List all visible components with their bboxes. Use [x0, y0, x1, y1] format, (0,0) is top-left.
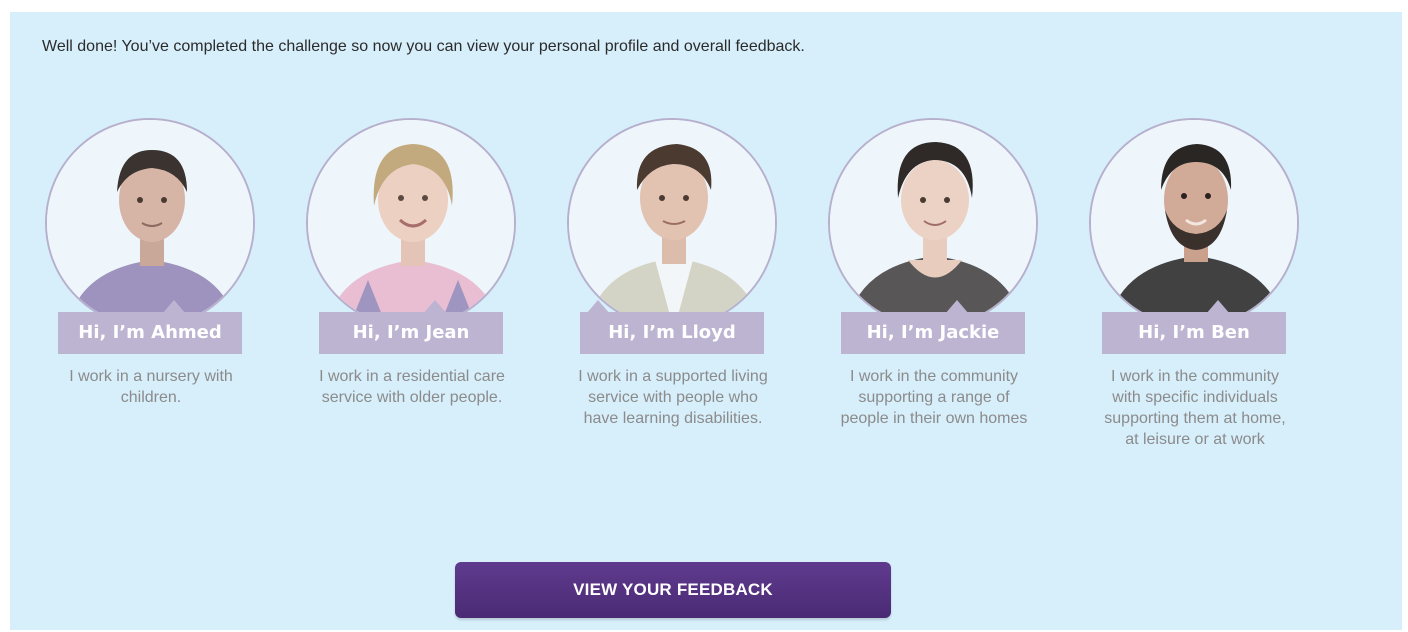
jackie-avatar-icon: [830, 120, 1036, 326]
people-row: Hi, I’m Ahmed I work in a nursery with c…: [44, 118, 1344, 538]
jackie-portrait: [828, 118, 1038, 328]
ben-avatar-icon: [1091, 120, 1297, 326]
ahmed-avatar-icon: [47, 120, 253, 326]
jean-description: I work in a residential care service wit…: [319, 368, 505, 406]
jean-portrait: [306, 118, 516, 328]
jean-name-tag: Hi, I’m Jean: [319, 312, 503, 354]
lloyd-portrait: [567, 118, 777, 328]
completion-panel: Well done! You’ve completed the challeng…: [10, 12, 1402, 630]
ahmed-description: I work in a nursery with children.: [69, 368, 233, 406]
ahmed-portrait: [45, 118, 255, 328]
ahmed-name-tag: Hi, I’m Ahmed: [58, 312, 242, 354]
jackie-name-tag: Hi, I’m Jackie: [841, 312, 1025, 354]
ben-description: I work in the community with specific in…: [1104, 368, 1286, 448]
jackie-description: I work in the community supporting a ran…: [840, 368, 1028, 427]
lloyd-description: I work in a supported living service wit…: [578, 368, 768, 427]
intro-text: Well done! You’ve completed the challeng…: [42, 38, 805, 55]
jean-avatar-icon: [308, 120, 514, 326]
ben-name-tag: Hi, I’m Ben: [1102, 312, 1286, 354]
ben-portrait: [1089, 118, 1299, 328]
lloyd-avatar-icon: [569, 120, 775, 326]
lloyd-name-tag: Hi, I’m Lloyd: [580, 312, 764, 354]
view-feedback-button[interactable]: VIEW YOUR FEEDBACK: [455, 562, 891, 618]
